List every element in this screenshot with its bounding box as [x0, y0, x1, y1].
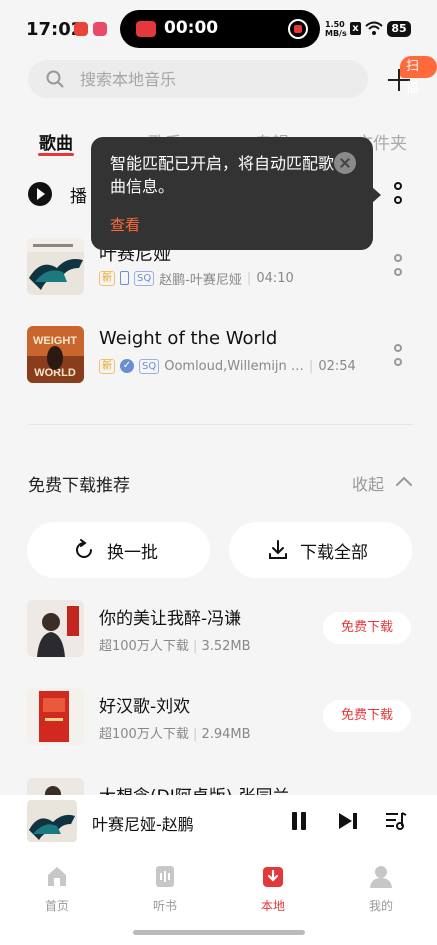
nav-home-label: 首页: [44, 899, 69, 913]
recording-icon: [136, 21, 156, 37]
local-file-icon: [120, 271, 129, 285]
network-speed-value: 1.50: [325, 20, 345, 29]
douyin-notification-icon: [74, 22, 88, 36]
sq-quality-badge: SQ: [134, 270, 155, 286]
song-artist-album: Oomloud,Willemijn …: [164, 358, 304, 374]
song-more-icon[interactable]: [392, 344, 404, 370]
active-tab-indicator: [38, 153, 74, 156]
recommend-song-meta: 超100万人下载 | 3.52MB: [99, 639, 251, 654]
mini-player-cover: [27, 800, 77, 842]
close-icon[interactable]: [334, 152, 356, 174]
recommend-cover: [27, 600, 84, 657]
play-all-icon[interactable]: [28, 182, 52, 206]
nav-profile[interactable]: 我的: [351, 863, 411, 914]
recommend-song-name: 好汉歌-刘欢: [99, 697, 191, 717]
home-indicator[interactable]: [133, 930, 305, 935]
home-icon: [48, 867, 66, 886]
song-more-icon[interactable]: [392, 254, 404, 280]
battery-level: 85: [387, 21, 411, 37]
svg-text:WEIGHT: WEIGHT: [33, 335, 77, 347]
mini-player-title: 叶赛尼娅-赵鹏: [92, 815, 194, 834]
search-bar[interactable]: [28, 60, 368, 98]
section-divider: [28, 424, 413, 425]
refresh-batch-button[interactable]: 换一批: [27, 522, 210, 578]
nav-audiobook[interactable]: 听书: [135, 863, 195, 914]
download-icon: [269, 540, 287, 559]
recommend-song-meta: 超100万人下载 | 2.94MB: [99, 727, 251, 742]
play-all-label: 播: [70, 187, 87, 207]
download-all-label: 下载全部: [300, 543, 368, 563]
stop-recording-icon[interactable]: [288, 19, 308, 39]
recommend-cover: [27, 688, 84, 745]
app-notification-icon: [93, 22, 107, 36]
book-icon: [156, 866, 174, 887]
recommend-title: 免费下载推荐: [28, 476, 130, 496]
chevron-up-icon[interactable]: [395, 475, 413, 487]
free-download-button[interactable]: 免费下载: [323, 700, 411, 732]
album-cover: [27, 238, 84, 295]
song-title: Weight of the World: [99, 328, 278, 349]
no-sim-icon: x: [350, 22, 361, 35]
user-icon: [370, 866, 392, 888]
collapse-button[interactable]: 收起: [352, 471, 384, 495]
free-download-button[interactable]: 免费下载: [323, 612, 411, 644]
wifi-icon: [365, 21, 383, 35]
search-input[interactable]: [80, 60, 350, 98]
recording-time: 00:00: [164, 18, 219, 38]
nav-local[interactable]: 本地: [243, 863, 303, 914]
nav-home[interactable]: 首页: [27, 863, 87, 914]
network-speed-unit: MB/s: [325, 29, 347, 38]
new-badge: 新: [99, 270, 115, 286]
status-bar: 17:02 00:00 1.50 MB/s x 85: [0, 0, 437, 60]
playlist-icon[interactable]: [385, 811, 407, 831]
song-meta: 新 ✓ SQ Oomloud,Willemijn … | 02:54: [99, 357, 356, 375]
nav-audiobook-label: 听书: [152, 899, 177, 913]
song-duration: 02:54: [318, 358, 356, 374]
search-icon: [46, 70, 64, 88]
download-all-button[interactable]: 下载全部: [229, 522, 412, 578]
refresh-batch-label: 换一批: [107, 543, 158, 563]
download-icon: [263, 867, 283, 887]
new-badge: 新: [99, 358, 115, 374]
recommend-song-name: 你的美让我醉-冯谦: [99, 609, 242, 629]
tab-songs[interactable]: 歌曲: [39, 129, 73, 154]
song-artist-album: 赵鹏-叶赛尼娅: [159, 272, 242, 288]
scan-badge[interactable]: 扫描: [400, 56, 437, 96]
pause-icon[interactable]: [290, 812, 308, 830]
network-speed: 1.50 MB/s: [325, 20, 347, 38]
song-meta: 新 SQ 赵鹏-叶赛尼娅 | 04:10: [99, 269, 294, 288]
song-row[interactable]: WEIGHT WORLD Weight of the World 新 ✓ SQ …: [0, 326, 437, 396]
song-duration: 04:10: [256, 270, 294, 286]
tooltip-text: 智能匹配已开启，将自动匹配歌曲信息。: [110, 154, 335, 196]
smart-match-tooltip: 智能匹配已开启，将自动匹配歌曲信息。 查看: [91, 137, 381, 250]
refresh-icon: [76, 539, 92, 558]
screen-recording-pill[interactable]: 00:00: [120, 10, 320, 48]
mini-player[interactable]: 叶赛尼娅-赵鹏: [0, 795, 437, 855]
recommend-item[interactable]: 你的美让我醉-冯谦 超100万人下载 | 3.52MB 免费下载: [0, 600, 437, 662]
album-cover: WEIGHT WORLD: [27, 326, 84, 383]
nav-profile-label: 我的: [368, 899, 393, 913]
recommend-item[interactable]: 好汉歌-刘欢 超100万人下载 | 2.94MB 免费下载: [0, 688, 437, 750]
verified-icon: ✓: [120, 359, 134, 373]
next-track-icon[interactable]: [337, 812, 359, 830]
sq-quality-badge: SQ: [139, 358, 160, 374]
tooltip-view-link[interactable]: 查看: [110, 214, 140, 235]
list-options-icon[interactable]: [392, 182, 404, 208]
nav-local-label: 本地: [260, 899, 285, 913]
